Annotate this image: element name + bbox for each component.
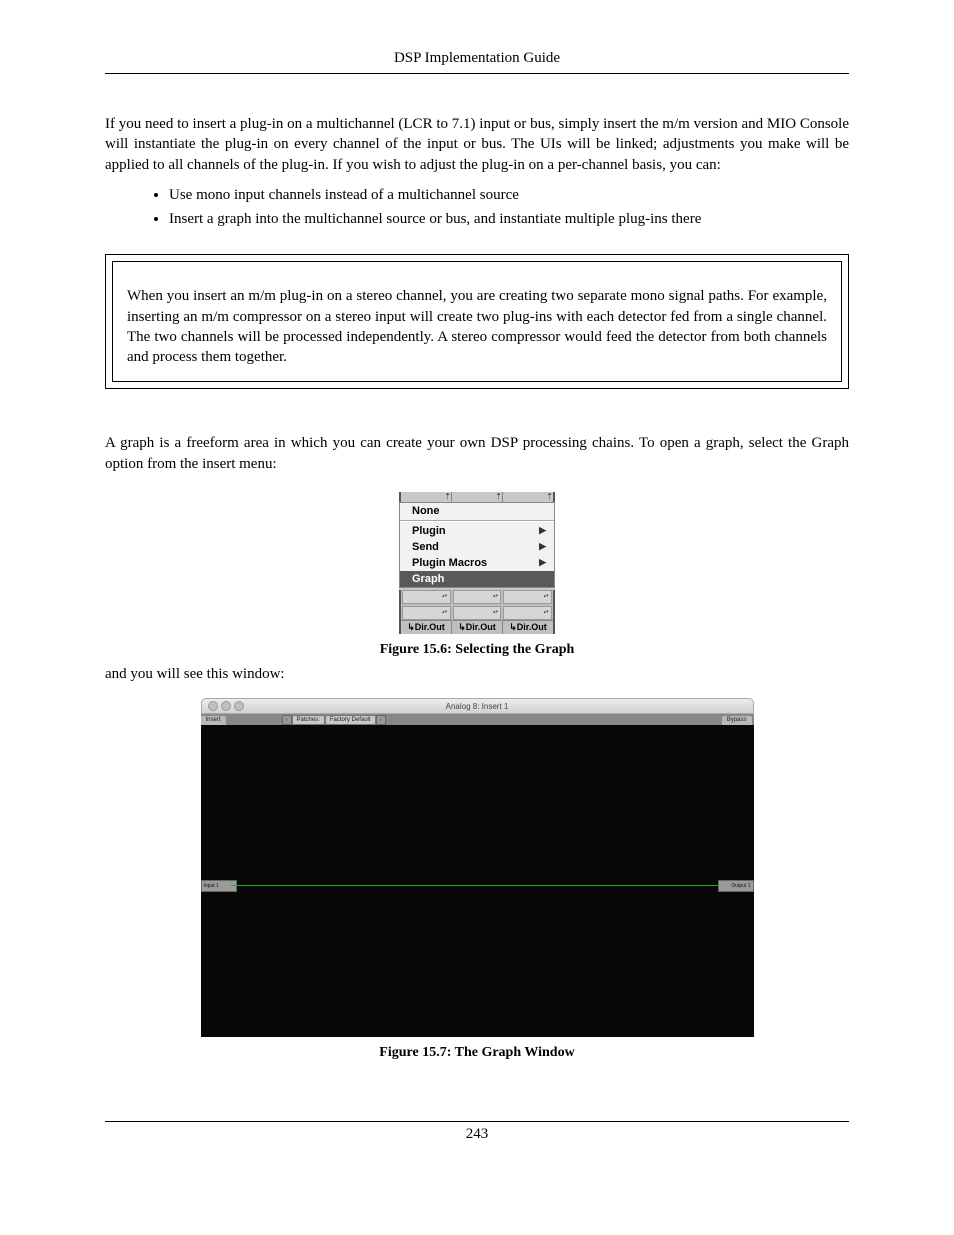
stepper-icon: ▴▾ xyxy=(541,608,551,618)
page: DSP Implementation Guide If you need to … xyxy=(0,0,954,1183)
signal-wire xyxy=(231,885,724,886)
menu-label: Send xyxy=(412,541,439,553)
stepper-icon: ▴▾ xyxy=(490,608,500,618)
input-node[interactable]: Input 1 xyxy=(201,880,237,892)
menu-label: Graph xyxy=(412,573,444,585)
menu-item-plugin[interactable]: Plugin ▶ xyxy=(400,523,554,539)
window-titlebar[interactable]: Analog 8: Insert 1 xyxy=(201,698,754,714)
submenu-arrow-icon: ▶ xyxy=(539,557,546,568)
stepper-icon: ▴▾ xyxy=(440,592,450,602)
bullet-item: Insert a graph into the multichannel sou… xyxy=(169,209,849,231)
minimize-icon[interactable] xyxy=(221,701,231,711)
direct-out-button[interactable]: ↳Dir.Out xyxy=(503,620,553,634)
slot-handle: ⇡ xyxy=(503,492,553,502)
stepper-icon: ▴▾ xyxy=(490,592,500,602)
menu-item-none[interactable]: None xyxy=(400,503,554,519)
menu-item-send[interactable]: Send ▶ xyxy=(400,539,554,555)
menu-item-graph[interactable]: Graph xyxy=(400,571,554,587)
note-box: When you insert an m/m plug-in on a ster… xyxy=(105,254,849,389)
note-text: When you insert an m/m plug-in on a ster… xyxy=(112,261,842,382)
param-cell[interactable]: ▴▾ xyxy=(453,590,502,604)
figure-caption: Figure 15.6: Selecting the Graph xyxy=(380,642,575,658)
param-cell[interactable]: ▴▾ xyxy=(503,606,552,620)
direct-out-button[interactable]: ↳Dir.Out xyxy=(401,620,452,634)
slot-handle: ⇡ xyxy=(401,492,452,502)
param-cell[interactable]: ▴▾ xyxy=(453,606,502,620)
channel-controls: ▴▾ ▴▾ ▴▾ ▴▾ ▴▾ ▴▾ ↳Dir.Out ↳Dir.Out ↳Dir… xyxy=(399,590,555,634)
window-title: Analog 8: Insert 1 xyxy=(202,702,753,711)
param-cell[interactable]: ▴▾ xyxy=(402,590,451,604)
page-footer: 243 xyxy=(105,1121,849,1143)
paragraph-lead-to-window: and you will see this window: xyxy=(105,664,849,684)
param-cell[interactable]: ▴▾ xyxy=(503,590,552,604)
paragraph-intro: If you need to insert a plug-in on a mul… xyxy=(105,114,849,175)
figure-caption: Figure 15.7: The Graph Window xyxy=(379,1045,574,1061)
next-preset-button[interactable]: › xyxy=(376,715,386,725)
bullet-item: Use mono input channels instead of a mul… xyxy=(169,185,849,207)
menu-label: Plugin xyxy=(412,525,446,537)
param-cell[interactable]: ▴▾ xyxy=(402,606,451,620)
slot-handle: ⇡ xyxy=(452,492,503,502)
menu-item-plugin-macros[interactable]: Plugin Macros ▶ xyxy=(400,555,554,571)
menu-label: None xyxy=(412,505,440,517)
graph-canvas[interactable]: Input 1 Output 1 xyxy=(201,725,754,1037)
close-icon[interactable] xyxy=(208,701,218,711)
output-node[interactable]: Output 1 xyxy=(718,880,754,892)
preset-selector[interactable]: Factory Default xyxy=(325,715,376,725)
channel-slot-row: ⇡ ⇡ ⇡ xyxy=(399,492,555,502)
menu-label: Plugin Macros xyxy=(412,557,487,569)
figure-15-7: Analog 8: Insert 1 Insert ‹ Patches: Fac… xyxy=(105,698,849,1061)
insert-tab[interactable]: Insert xyxy=(201,716,226,725)
paragraph-graph-intro: A graph is a freeform area in which you … xyxy=(105,433,849,474)
zoom-icon[interactable] xyxy=(234,701,244,711)
prev-preset-button[interactable]: ‹ xyxy=(282,715,292,725)
direct-out-button[interactable]: ↳Dir.Out xyxy=(452,620,503,634)
graph-toolbar: Insert ‹ Patches: Factory Default › Bypa… xyxy=(201,714,754,725)
page-header: DSP Implementation Guide xyxy=(105,50,849,74)
submenu-arrow-icon: ▶ xyxy=(539,525,546,536)
figure-15-6: ⇡ ⇡ ⇡ None Plugin ▶ Send ▶ Plugin Macr xyxy=(105,492,849,658)
graph-window: Analog 8: Insert 1 Insert ‹ Patches: Fac… xyxy=(201,698,754,1037)
insert-menu-screenshot: ⇡ ⇡ ⇡ None Plugin ▶ Send ▶ Plugin Macr xyxy=(399,492,555,634)
stepper-icon: ▴▾ xyxy=(541,592,551,602)
submenu-arrow-icon: ▶ xyxy=(539,541,546,552)
stepper-icon: ▴▾ xyxy=(440,608,450,618)
bullet-list: Use mono input channels instead of a mul… xyxy=(105,185,849,231)
context-menu: None Plugin ▶ Send ▶ Plugin Macros ▶ Gra… xyxy=(399,502,555,588)
patches-label: Patches: xyxy=(292,715,325,725)
bypass-button[interactable]: Bypass xyxy=(722,716,752,725)
window-controls xyxy=(208,701,244,711)
menu-separator xyxy=(400,520,554,522)
